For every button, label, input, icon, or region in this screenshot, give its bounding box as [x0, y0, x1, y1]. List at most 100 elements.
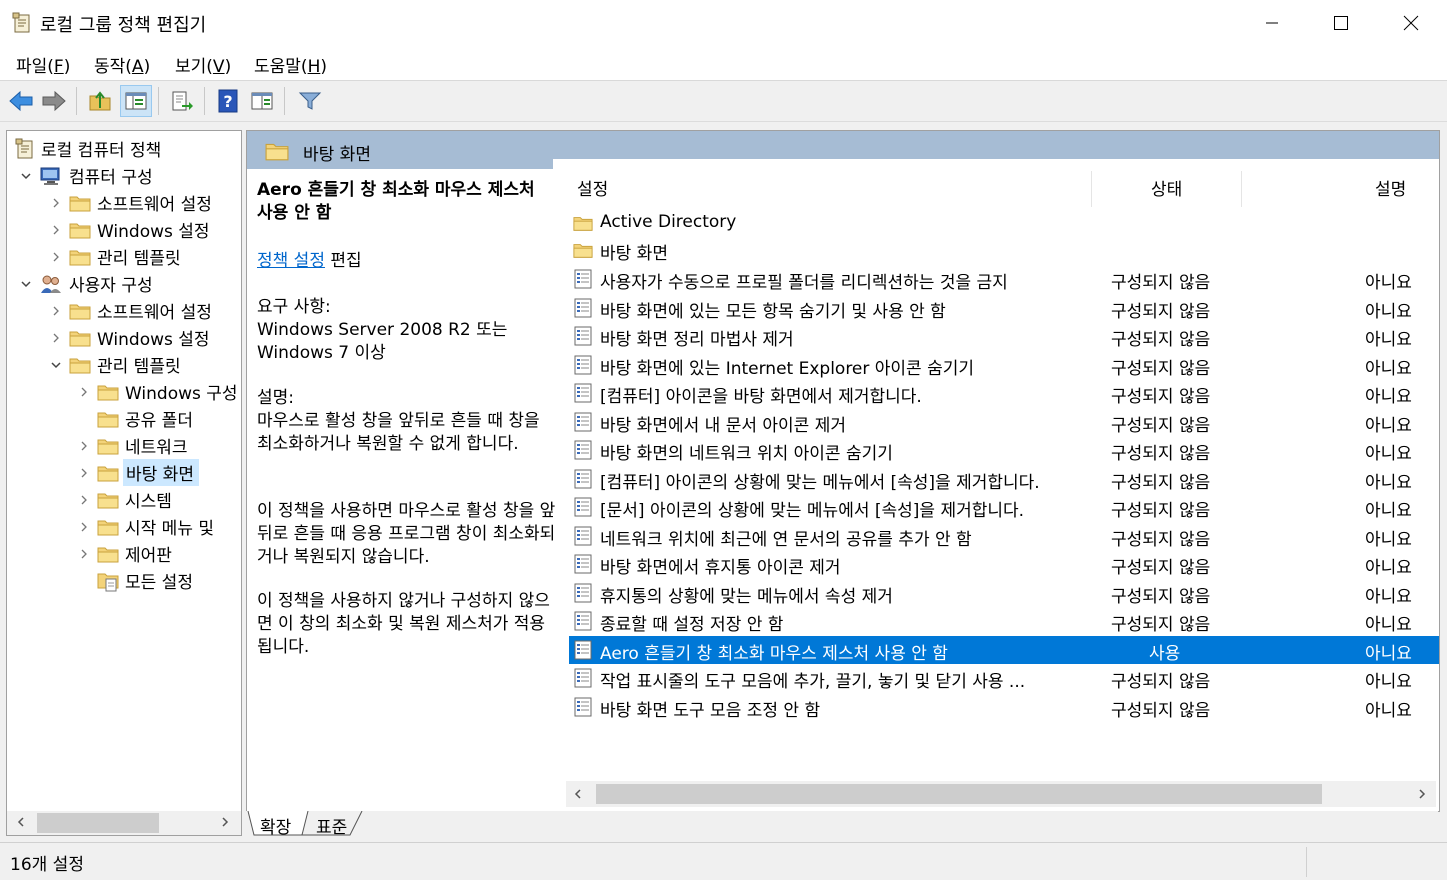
chevron-right-icon[interactable] — [77, 547, 91, 561]
chevron-right-icon[interactable] — [49, 196, 63, 210]
tree-item-user-software[interactable]: 소프트웨어 설정 — [49, 297, 212, 324]
tree-item-label: Windows 설정 — [97, 330, 210, 350]
setting-comment: 아니요 — [1365, 615, 1412, 635]
tree-item-shared-folders[interactable]: 공유 폴더 — [97, 405, 193, 432]
toolbar-separator — [204, 87, 205, 115]
menu-view-label: 보기 — [175, 57, 207, 77]
chevron-down-icon[interactable] — [19, 169, 33, 183]
tree-item-windows-components[interactable]: Windows 구성 — [77, 378, 238, 405]
tree-item-user-windows[interactable]: Windows 설정 — [49, 324, 210, 351]
tree-item-start-menu[interactable]: 시작 메뉴 및 — [77, 513, 214, 540]
setting-row[interactable]: 바탕 화면에서 휴지통 아이콘 제거 구성되지 않음 아니요 — [569, 550, 1439, 578]
scrollbar-thumb[interactable] — [37, 813, 159, 833]
menu-action[interactable]: 동작(A) — [94, 52, 150, 77]
setting-row[interactable]: 바탕 화면 도구 모음 조정 안 함 구성되지 않음 아니요 — [569, 693, 1439, 721]
tree-item-all-settings[interactable]: 모든 설정 — [97, 567, 193, 594]
tree-item-network[interactable]: 네트워크 — [77, 432, 188, 459]
chevron-right-icon[interactable] — [77, 439, 91, 453]
setting-row[interactable]: 바탕 화면의 네트워크 위치 아이콘 숨기기 구성되지 않음 아니요 — [569, 436, 1439, 464]
setting-row[interactable]: 바탕 화면에 있는 모든 항목 숨기기 및 사용 안 함 구성되지 않음 아니요 — [569, 294, 1439, 322]
setting-row[interactable]: Aero 흔들기 창 최소화 마우스 제스처 사용 안 함 사용 아니요 — [569, 635, 1439, 664]
tab-standard[interactable]: 표준 — [316, 813, 347, 838]
chevron-right-icon[interactable] — [49, 223, 63, 237]
column-header-comment[interactable]: 설명 — [1375, 175, 1406, 200]
chevron-right-icon[interactable] — [49, 331, 63, 345]
setting-name: 작업 표시줄의 도구 모음에 추가, 끌기, 놓기 및 닫기 사용 ... — [600, 672, 1026, 692]
forward-arrow-icon — [42, 90, 66, 112]
filter-button[interactable] — [296, 87, 324, 115]
setting-state: 구성되지 않음 — [1111, 415, 1211, 436]
tree-horizontal-scrollbar[interactable] — [6, 811, 242, 836]
setting-row[interactable]: 휴지통의 상황에 맞는 메뉴에서 속성 제거 구성되지 않음 아니요 — [569, 579, 1439, 607]
show-hide-tree-button[interactable] — [120, 85, 152, 117]
tree-item-root[interactable]: 로컬 컴퓨터 정책 — [15, 135, 161, 162]
setting-row[interactable]: 작업 표시줄의 도구 모음에 추가, 끌기, 놓기 및 닫기 사용 ... 구성되… — [569, 664, 1439, 692]
tree-item-user[interactable]: 사용자 구성 — [19, 270, 153, 297]
help-button[interactable]: ? — [214, 87, 242, 115]
menu-file[interactable]: 파일(F) — [16, 52, 70, 77]
scrollbar-thumb[interactable] — [596, 784, 1322, 804]
tree-item-computer-software[interactable]: 소프트웨어 설정 — [49, 189, 212, 216]
setting-row[interactable]: 바탕 화면에서 내 문서 아이콘 제거 구성되지 않음 아니요 — [569, 408, 1439, 436]
setting-state: 구성되지 않음 — [1111, 330, 1211, 350]
tree-item-control-panel[interactable]: 제어판 — [77, 540, 172, 567]
chevron-right-icon[interactable] — [219, 816, 231, 828]
chevron-right-icon[interactable] — [77, 520, 91, 534]
menu-view[interactable]: 보기(V) — [175, 52, 231, 77]
setting-name: 휴지통의 상황에 맞는 메뉴에서 속성 제거 — [600, 586, 893, 607]
minimize-button[interactable] — [1237, 0, 1307, 46]
back-button[interactable] — [7, 87, 35, 115]
tree-item-desktop[interactable]: 바탕 화면 — [77, 459, 199, 486]
chevron-down-icon[interactable] — [19, 277, 33, 291]
menu-help[interactable]: 도움말(H) — [254, 52, 327, 77]
chevron-left-icon[interactable] — [572, 788, 584, 800]
setting-row[interactable]: 사용자가 수동으로 프로필 폴더를 리디렉션하는 것을 금지 구성되지 않음 아니요 — [569, 265, 1439, 293]
setting-row[interactable]: [컴퓨터] 아이콘을 바탕 화면에서 제거합니다. 구성되지 않음 아니요 — [569, 379, 1439, 407]
forward-button[interactable] — [40, 87, 68, 115]
menu-action-key: A — [131, 57, 144, 77]
extended-view-button[interactable] — [248, 87, 276, 115]
up-button[interactable] — [86, 87, 114, 115]
edit-policy-link[interactable]: 정책 설정 — [257, 251, 325, 271]
column-separator[interactable] — [1241, 171, 1242, 207]
tab-extended[interactable]: 확장 — [260, 813, 291, 838]
setting-row[interactable]: 바탕 화면에 있는 Internet Explorer 아이콘 숨기기 구성되지 … — [569, 351, 1439, 379]
maximize-button[interactable] — [1306, 0, 1376, 46]
chevron-down-icon[interactable] — [49, 358, 63, 372]
chevron-right-icon[interactable] — [1416, 788, 1428, 800]
back-arrow-icon — [9, 90, 33, 112]
tree-item-computer-admin[interactable]: 관리 템플릿 — [49, 243, 181, 270]
tree-item-computer[interactable]: 컴퓨터 구성 — [19, 162, 153, 189]
menu-action-label: 동작 — [94, 57, 126, 77]
policy-setting-icon — [574, 526, 592, 545]
setting-row[interactable]: [문서] 아이콘의 상황에 맞는 메뉴에서 [속성]을 제거합니다. 구성되지 않… — [569, 493, 1439, 521]
column-header-setting[interactable]: 설정 — [577, 175, 608, 200]
chevron-right-icon[interactable] — [77, 385, 91, 399]
folder-icon — [69, 223, 91, 238]
chevron-right-icon[interactable] — [49, 250, 63, 264]
tree-item-system[interactable]: 시스템 — [77, 486, 172, 513]
folder-row[interactable]: Active Directory — [569, 209, 1439, 237]
setting-row[interactable]: 바탕 화면 정리 마법사 제거 구성되지 않음 아니요 — [569, 322, 1439, 350]
close-button[interactable] — [1376, 0, 1446, 46]
column-header-state[interactable]: 상태 — [1151, 175, 1182, 200]
setting-name: [컴퓨터] 아이콘을 바탕 화면에서 제거합니다. — [600, 387, 922, 407]
tree-item-label: 모든 설정 — [125, 573, 193, 593]
tree-item-user-admin[interactable]: 관리 템플릿 — [49, 351, 181, 378]
menu-file-key: F — [53, 57, 64, 77]
folder-icon — [97, 466, 119, 481]
chevron-right-icon[interactable] — [77, 493, 91, 507]
column-separator[interactable] — [1091, 171, 1092, 207]
folder-row[interactable]: 바탕 화면 — [569, 236, 1439, 264]
tree-item-computer-windows[interactable]: Windows 설정 — [49, 216, 210, 243]
tree-item-label: 소프트웨어 설정 — [97, 195, 212, 215]
chevron-right-icon[interactable] — [77, 466, 91, 480]
setting-row[interactable]: [컴퓨터] 아이콘의 상황에 맞는 메뉴에서 [속성]을 제거합니다. 구성되지 … — [569, 465, 1439, 493]
chevron-left-icon[interactable] — [15, 816, 27, 828]
setting-row[interactable]: 종료할 때 설정 저장 안 함 구성되지 않음 아니요 — [569, 607, 1439, 635]
setting-row[interactable]: 네트워크 위치에 최근에 연 문서의 공유를 추가 안 함 구성되지 않음 아니요 — [569, 522, 1439, 550]
policy-setting-icon — [574, 668, 592, 688]
tree-item-label: 컴퓨터 구성 — [69, 168, 153, 188]
export-list-button[interactable] — [168, 87, 196, 115]
chevron-right-icon[interactable] — [49, 304, 63, 318]
